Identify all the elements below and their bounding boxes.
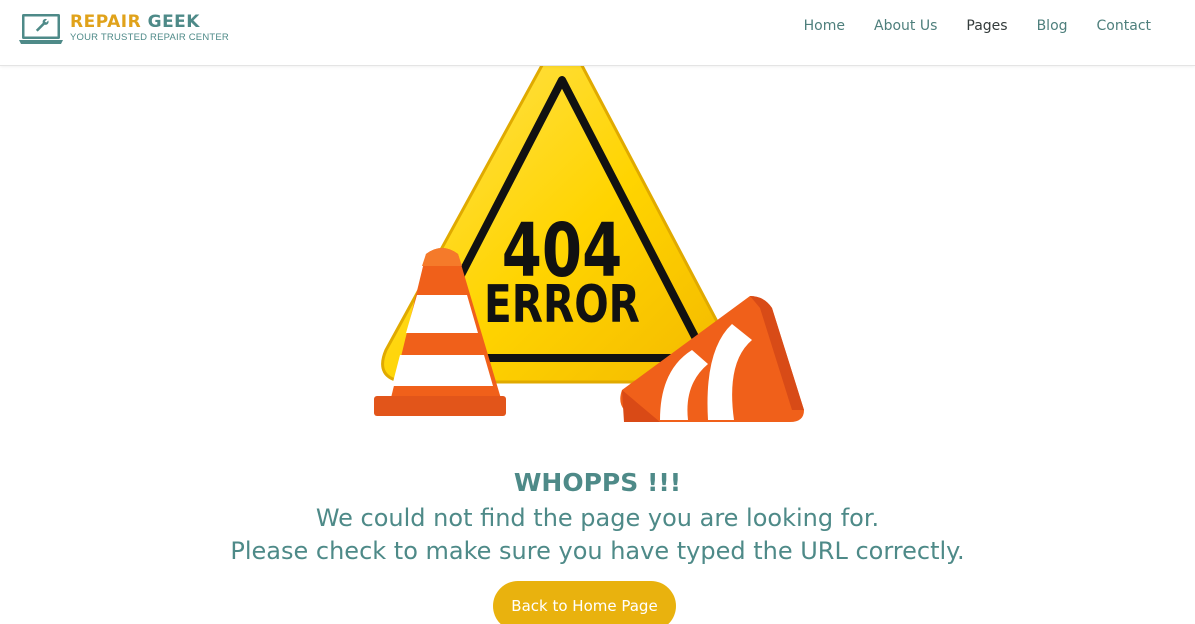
nav-item-blog[interactable]: Blog (1037, 16, 1068, 36)
nav-item-about-us[interactable]: About Us (874, 16, 937, 36)
error-message-line-1: We could not find the page you are looki… (315, 504, 880, 532)
nav-item-home[interactable]: Home (804, 16, 845, 36)
error-message-line-2: Please check to make sure you have typed… (230, 537, 965, 565)
brand-tagline: YOUR TRUSTED REPAIR CENTER (70, 32, 229, 43)
brand-name: REPAIR GEEK (70, 12, 200, 32)
site-logo[interactable]: REPAIR GEEK YOUR TRUSTED REPAIR CENTER (18, 12, 229, 46)
site-header: REPAIR GEEK YOUR TRUSTED REPAIR CENTER H… (0, 0, 1195, 66)
main-nav: Home About Us Pages Blog Contact (775, 16, 1151, 36)
laptop-wrench-icon (19, 14, 63, 44)
sign-word-text: ERROR (484, 274, 640, 334)
nav-item-pages[interactable]: Pages (966, 16, 1007, 36)
error-title: WHOPPS !!! (513, 468, 682, 497)
error-404-illustration: 404 ERROR (374, 50, 804, 422)
back-to-home-button[interactable]: Back to Home Page (493, 581, 676, 624)
nav-item-contact[interactable]: Contact (1097, 16, 1151, 36)
